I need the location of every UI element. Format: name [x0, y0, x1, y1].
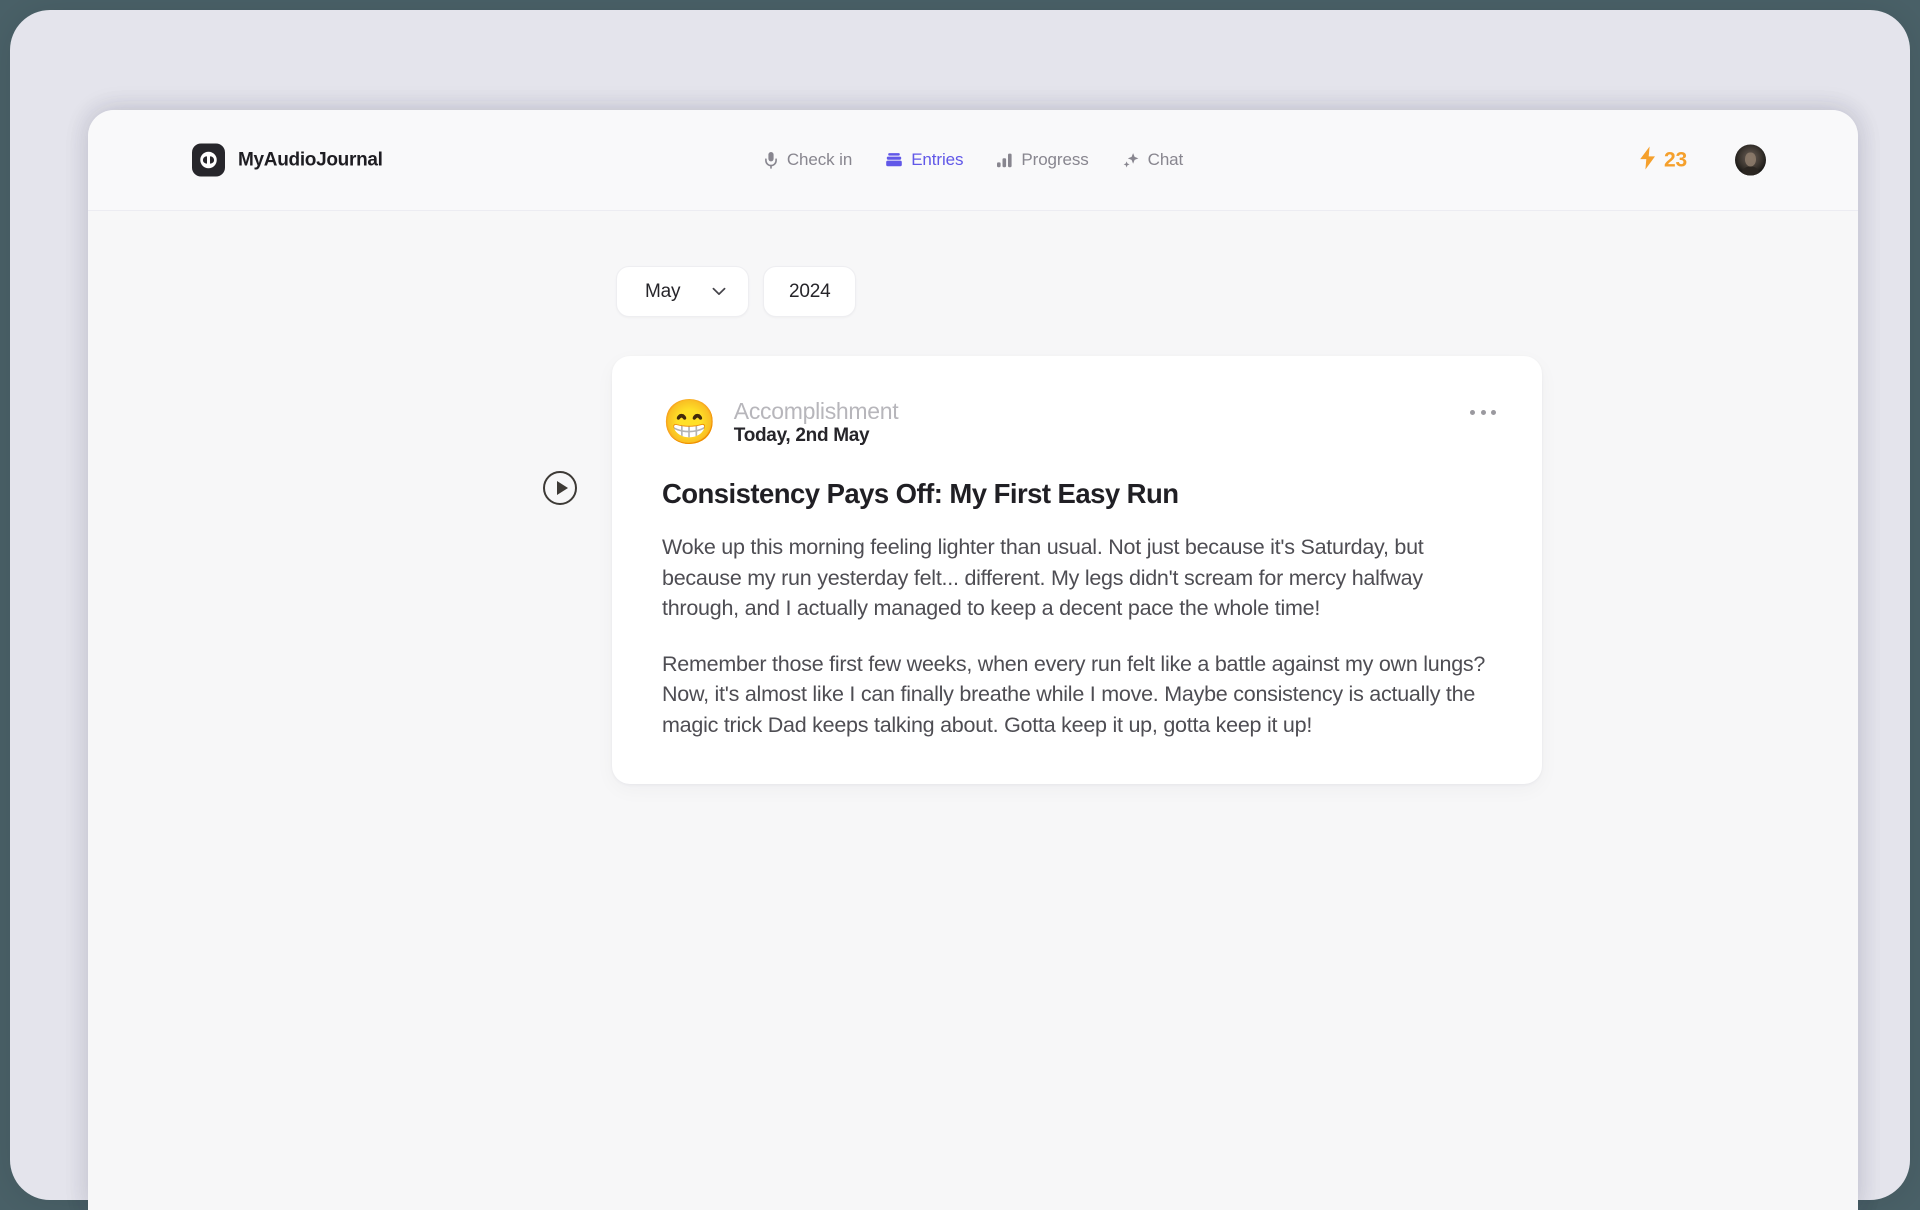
- sparkles-icon: [1122, 151, 1140, 169]
- ellipsis-horizontal-icon[interactable]: [1468, 404, 1498, 421]
- book-stack-icon: [885, 151, 903, 169]
- entries-page: May 2024 😁 Accomplishment Today, 2nd May…: [88, 211, 1858, 1210]
- entry-meta: Accomplishment Today, 2nd May: [734, 398, 899, 448]
- entry-paragraph: Remember those first few weeks, when eve…: [662, 652, 1486, 737]
- nav-item-chat[interactable]: Chat: [1122, 150, 1184, 170]
- month-select[interactable]: May: [616, 266, 749, 317]
- lightning-bolt-icon: [1638, 145, 1658, 175]
- nav-label-chat: Chat: [1147, 150, 1184, 169]
- chevron-down-icon: [712, 287, 726, 296]
- play-circle-icon[interactable]: [543, 471, 577, 505]
- nav-label-check-in: Check in: [786, 150, 853, 169]
- microphone-icon: [763, 151, 779, 169]
- menu-dot: [1491, 410, 1496, 415]
- streak-counter[interactable]: 23: [1638, 145, 1687, 175]
- nav-item-check-in[interactable]: Check in: [763, 150, 852, 170]
- brand-name: MyAudioJournal: [238, 149, 383, 170]
- nav-item-entries[interactable]: Entries: [885, 150, 964, 170]
- journal-entry-card: 😁 Accomplishment Today, 2nd May Consiste…: [612, 356, 1542, 785]
- menu-dot: [1470, 410, 1475, 415]
- top-navigation-bar: MyAudioJournal Check in Entries Progress…: [88, 110, 1858, 211]
- menu-dot: [1480, 410, 1486, 415]
- topbar-right-cluster: 23: [1638, 144, 1766, 176]
- nav-label-entries: Entries: [911, 150, 964, 169]
- entry-category: Accomplishment: [733, 398, 899, 424]
- desktop-window-shell: MyAudioJournal Check in Entries Progress…: [10, 10, 1910, 1210]
- entry-title: Consistency Pays Off: My First Easy Run: [662, 478, 1179, 510]
- play-triangle: [556, 481, 568, 495]
- year-select[interactable]: 2024: [763, 266, 857, 317]
- entry-header: 😁 Accomplishment Today, 2nd May: [662, 398, 1492, 448]
- app-window: MyAudioJournal Check in Entries Progress…: [88, 110, 1858, 1210]
- month-select-value: May: [645, 280, 681, 302]
- year-select-value: 2024: [789, 280, 831, 302]
- nav-item-progress[interactable]: Progress: [996, 150, 1089, 170]
- entry-date: Today, 2nd May: [733, 425, 870, 447]
- streak-count: 23: [1664, 148, 1687, 171]
- nav-label-progress: Progress: [1021, 150, 1089, 169]
- date-filter-bar: May 2024: [616, 266, 1858, 317]
- avatar[interactable]: [1735, 144, 1766, 176]
- mood-emoji: 😁: [662, 398, 717, 448]
- bar-chart-icon: [996, 152, 1013, 168]
- brand-home-link[interactable]: MyAudioJournal: [192, 143, 383, 177]
- entry-paragraph: Woke up this morning feeling lighter tha…: [662, 535, 1424, 620]
- audio-journal-logo-icon: [192, 143, 225, 177]
- entry-row: 😁 Accomplishment Today, 2nd May Consiste…: [543, 356, 1858, 785]
